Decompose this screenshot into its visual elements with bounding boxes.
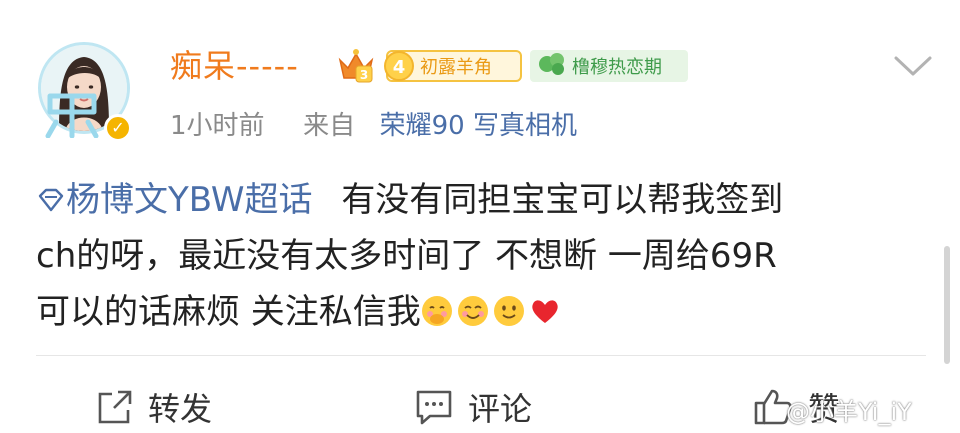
scrollbar[interactable] (944, 246, 950, 364)
divider (36, 355, 926, 356)
weibo-post: ✓ 痴呆----- 3 4 初露羊角 橹穆热恋期 1小时前 来自 荣耀90 写真… (0, 0, 960, 433)
post-body: 杨博文YBW超话 有没有同担宝宝可以帮我签到 ch的呀，最近没有太多时间了 不想… (36, 172, 936, 340)
emoji-smile-icon (457, 296, 488, 326)
post-line-3: 可以的话麻烦 关注私信我 (36, 284, 936, 340)
fan-label: 橹穆热恋期 (572, 57, 662, 78)
post-meta: 1小时前 来自 荣耀90 写真相机 (170, 108, 577, 144)
avatar-frame-icon (44, 92, 100, 145)
comment-label: 评论 (468, 390, 533, 428)
post-source[interactable]: 荣耀90 写真相机 (380, 111, 577, 141)
emoji-hush-icon (421, 296, 452, 326)
heart-icon (532, 300, 558, 323)
post-text-3: 可以的话麻烦 关注私信我 (36, 292, 421, 332)
repost-icon (98, 390, 132, 424)
post-line-1: 杨博文YBW超话 有没有同担宝宝可以帮我签到 (36, 172, 936, 228)
topic-label: 杨博文YBW超话 (66, 180, 313, 220)
level-badge[interactable]: 4 初露羊角 (384, 50, 522, 82)
clover-icon (536, 50, 568, 82)
source-prefix: 来自 (303, 111, 356, 141)
level-number: 4 (384, 51, 414, 81)
emoji-slight-smile-icon (493, 296, 524, 326)
verified-icon: ✓ (104, 114, 132, 142)
repost-label: 转发 (148, 390, 213, 428)
watermark: @小羊Yi_iY (786, 398, 912, 426)
topic-link[interactable]: 杨博文YBW超话 (36, 180, 313, 220)
post-time: 1小时前 (170, 111, 265, 141)
fan-badge[interactable]: 橹穆热恋期 (530, 50, 688, 82)
chevron-down-icon[interactable] (890, 50, 936, 82)
crown-icon[interactable]: 3 (336, 48, 376, 84)
post-text-1: 有没有同担宝宝可以帮我签到 (341, 180, 784, 220)
post-line-2: ch的呀，最近没有太多时间了 不想断 一周给69R (36, 236, 777, 276)
repost-button[interactable]: 转发 (96, 386, 212, 428)
comment-icon (416, 390, 452, 425)
topic-icon (38, 188, 64, 212)
username[interactable]: 痴呆----- (170, 46, 299, 86)
svg-text:3: 3 (360, 68, 368, 82)
level-label: 初露羊角 (420, 57, 492, 78)
comment-button[interactable]: 评论 (414, 386, 532, 428)
